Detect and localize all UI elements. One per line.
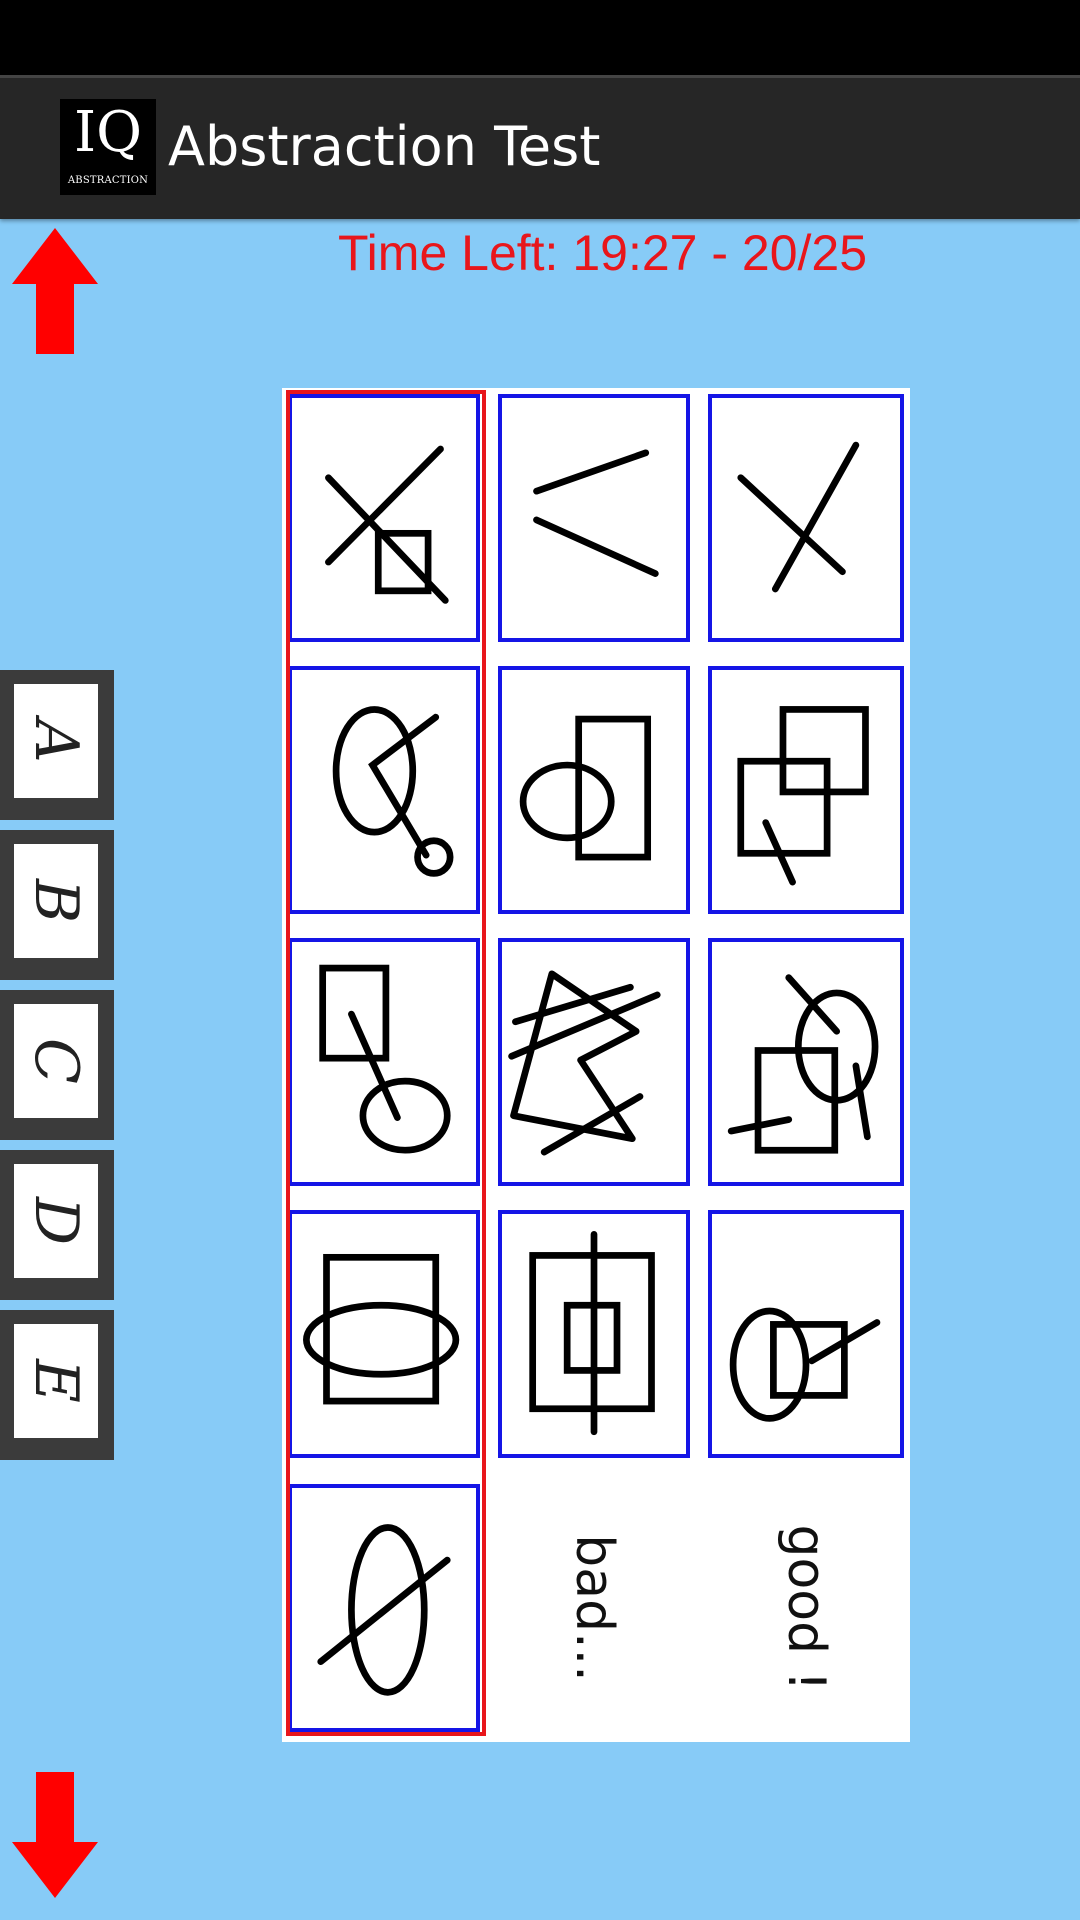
- puzzle-cell-r4c3: [708, 1210, 904, 1458]
- puzzle-cell-r2c3: [708, 666, 904, 914]
- selected-column-highlight: [286, 390, 486, 1736]
- puzzle-cell-r1c2: [498, 394, 690, 642]
- verdict-good-label: good !: [776, 1524, 836, 1692]
- answer-button-face: D: [14, 1164, 98, 1278]
- verdict-bad-label: bad...: [564, 1534, 624, 1682]
- answer-letter-b: B: [21, 878, 91, 924]
- answer-button-face: A: [14, 684, 98, 798]
- answer-button-face: B: [14, 844, 98, 958]
- answer-button-e[interactable]: E: [0, 1310, 114, 1460]
- answer-letter-a: A: [21, 719, 91, 763]
- puzzle-cell-r3c3: [708, 938, 904, 1186]
- answer-letter-c: C: [21, 1038, 91, 1084]
- answer-button-c[interactable]: C: [0, 990, 114, 1140]
- arrow-down-icon[interactable]: [10, 1770, 100, 1900]
- answer-button-b[interactable]: B: [0, 830, 114, 980]
- answer-letter-e: E: [21, 1359, 91, 1403]
- puzzle-cell-r4c2: [498, 1210, 690, 1458]
- app-icon: IQ ABSTRACTION: [60, 99, 156, 195]
- answer-button-d[interactable]: D: [0, 1150, 114, 1300]
- app-icon-subtext: ABSTRACTION: [67, 175, 149, 186]
- app-icon-text: IQ: [73, 100, 143, 165]
- time-left-label: Time Left: 19:27 - 20/25: [338, 225, 868, 281]
- puzzle-cell-r2c2: [498, 666, 690, 914]
- puzzle-cell-r1c3: [708, 394, 904, 642]
- answer-button-a[interactable]: A: [0, 670, 114, 820]
- arrow-up-icon[interactable]: [10, 226, 100, 356]
- puzzle-board: bad... good !: [282, 388, 910, 1742]
- answer-button-face: C: [14, 1004, 98, 1118]
- answer-button-face: E: [14, 1324, 98, 1438]
- puzzle-cell-r3c2: [498, 938, 690, 1186]
- status-bar: [0, 0, 1080, 75]
- answer-letter-d: D: [21, 1196, 91, 1246]
- app-title: Abstraction Test: [168, 115, 601, 178]
